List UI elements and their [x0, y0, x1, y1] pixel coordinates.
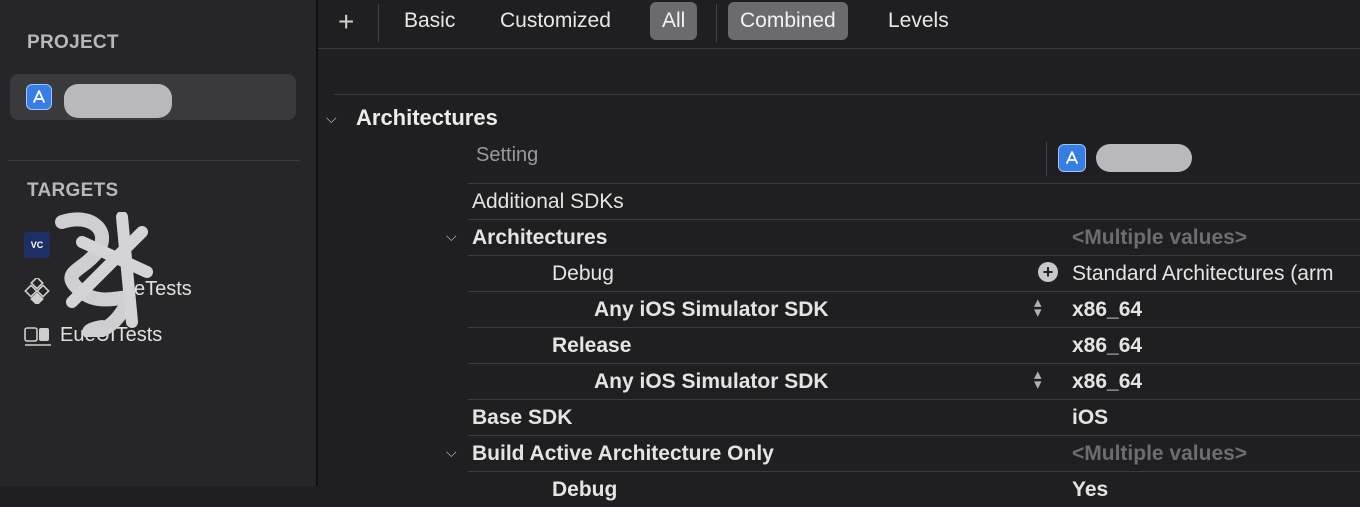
chevron-down-icon: ⌵ [326, 110, 337, 126]
setting-value: x86_64 [1072, 334, 1143, 357]
setting-column-label: Setting [476, 144, 539, 166]
app-store-icon [26, 84, 52, 110]
column-header-setting: Setting [476, 144, 538, 174]
setting-name: Base SDK [472, 406, 573, 429]
setting-value: x86_64 [1072, 370, 1143, 393]
app-store-icon [1058, 144, 1086, 172]
add-setting-button[interactable]: + [338, 8, 354, 36]
tab-combined[interactable]: Combined [728, 2, 848, 40]
targets-section-title: TARGETS [27, 180, 119, 201]
setting-value: iOS [1072, 406, 1109, 429]
setting-value: <Multiple values> [1072, 442, 1248, 465]
setting-row[interactable]: Release x86_64 [468, 328, 1360, 364]
setting-name: Debug [552, 262, 614, 285]
setting-name: Additional SDKs [472, 190, 624, 213]
stepper-icon[interactable]: ▴ ▾ [1034, 367, 1042, 392]
chevron-down-icon[interactable]: ⌵ [446, 228, 457, 245]
setting-name: Build Active Architecture Only [472, 442, 774, 465]
toolbar-divider [378, 4, 379, 42]
setting-name: Any iOS Simulator SDK [594, 370, 829, 393]
setting-value: x86_64 [1072, 298, 1143, 321]
redacted-target-name [1096, 144, 1192, 172]
sidebar-divider [8, 160, 300, 161]
setting-value: <Multiple values> [1072, 226, 1248, 249]
redaction-scribble [55, 212, 153, 337]
setting-row[interactable]: Any iOS Simulator SDK ▴ ▾ x86_64 [468, 364, 1360, 400]
settings-toolbar: + Basic Customized All Combined Levels [318, 0, 1360, 49]
project-section-title: PROJECT [27, 32, 119, 53]
stepper-icon[interactable]: ▴ ▾ [1034, 295, 1042, 320]
redacted-project-name [64, 84, 172, 118]
sidebar: PROJECT TARGETS VC e eTests EueUITests [0, 0, 318, 486]
setting-row[interactable]: ⌵ Build Active Architecture Only <Multip… [446, 436, 1360, 472]
setting-name: Architectures [472, 226, 608, 249]
setting-row[interactable]: Base SDK iOS [468, 400, 1360, 436]
test-diamond-icon [24, 278, 50, 304]
filter-divider [334, 94, 1360, 95]
tab-levels[interactable]: Levels [876, 2, 961, 40]
column-divider [1046, 142, 1047, 176]
chevron-down-icon[interactable]: ⌵ [446, 444, 457, 461]
toolbar-divider [716, 4, 717, 42]
tab-all[interactable]: All [650, 2, 698, 40]
setting-row[interactable]: Additional SDKs [468, 184, 1360, 220]
setting-row[interactable]: Any iOS Simulator SDK ▴ ▾ x86_64 [468, 292, 1360, 328]
setting-name: Release [552, 334, 632, 357]
project-item[interactable] [10, 74, 296, 120]
setting-row[interactable]: Debug Yes [468, 472, 1360, 507]
add-condition-icon[interactable]: + [1038, 262, 1058, 282]
tab-basic[interactable]: Basic [392, 2, 467, 40]
section-title: Architectures [356, 105, 498, 130]
setting-value: Standard Architectures (arm [1072, 262, 1334, 285]
vc-app-icon: VC [24, 232, 50, 258]
setting-row[interactable]: Debug + Standard Architectures (arm [468, 256, 1360, 292]
ui-test-icon [24, 327, 51, 346]
setting-row[interactable]: ⌵ Architectures <Multiple values> [446, 220, 1360, 256]
tab-customized[interactable]: Customized [488, 2, 623, 40]
setting-name: Debug [552, 478, 618, 501]
setting-value: Yes [1072, 478, 1109, 501]
setting-name: Any iOS Simulator SDK [594, 298, 829, 321]
